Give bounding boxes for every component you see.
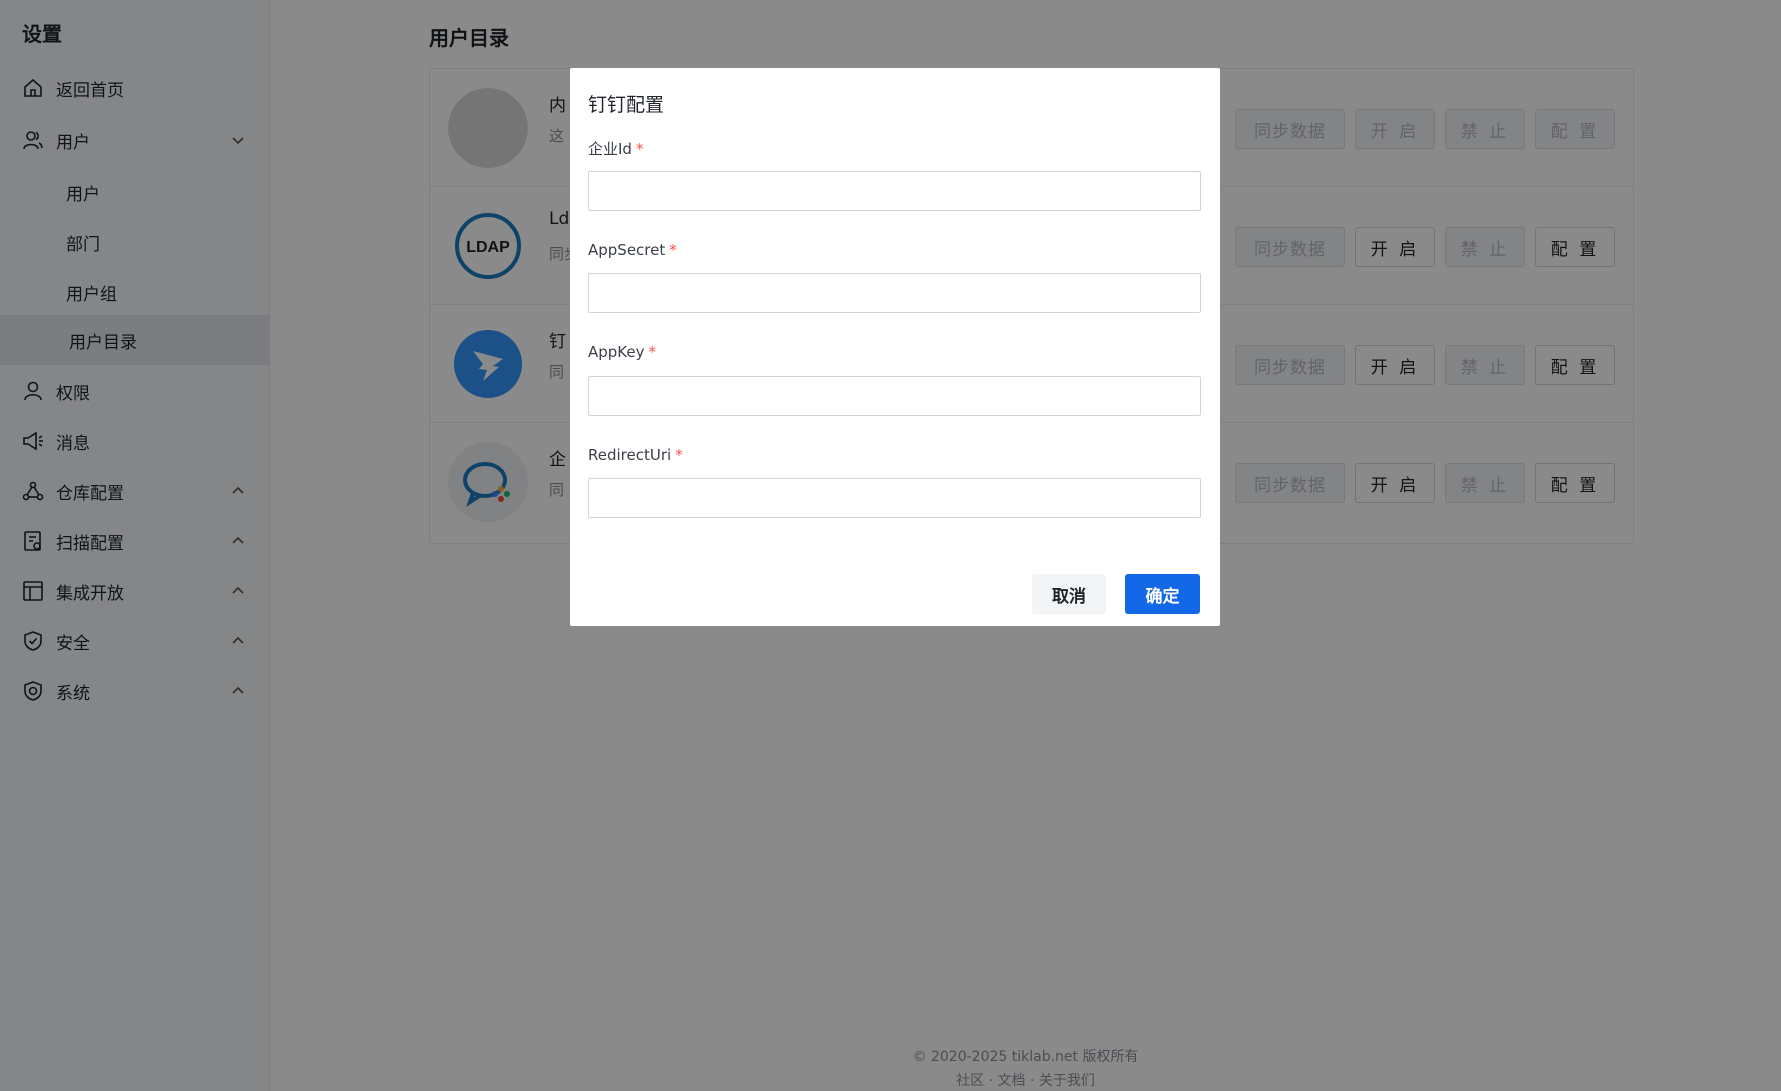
field-label-text: AppKey (588, 343, 645, 361)
app-secret-input[interactable] (588, 273, 1201, 313)
dingtalk-config-dialog: 钉钉配置 企业Id * AppSecret * AppKey * RedirectUr… (570, 68, 1220, 626)
dialog-title: 钉钉配置 (588, 94, 665, 116)
required-mark: * (635, 140, 644, 158)
required-mark: * (675, 446, 683, 464)
redirect-uri-input[interactable] (588, 478, 1201, 518)
confirm-button[interactable]: 确定 (1125, 574, 1200, 614)
field-label-corp-id: 企业Id * (588, 138, 643, 159)
app-key-input[interactable] (588, 376, 1201, 416)
field-label-text: AppSecret (588, 241, 666, 259)
field-label-redirect-uri: RedirectUri * (588, 446, 683, 464)
field-label-app-key: AppKey * (588, 343, 656, 361)
field-label-text: 企业Id (588, 140, 632, 158)
field-label-text: RedirectUri (588, 446, 672, 464)
field-label-app-secret: AppSecret * (588, 241, 677, 259)
corp-id-input[interactable] (588, 171, 1201, 211)
required-mark: * (669, 241, 677, 259)
cancel-button[interactable]: 取消 (1032, 574, 1106, 614)
required-mark: * (648, 343, 657, 361)
